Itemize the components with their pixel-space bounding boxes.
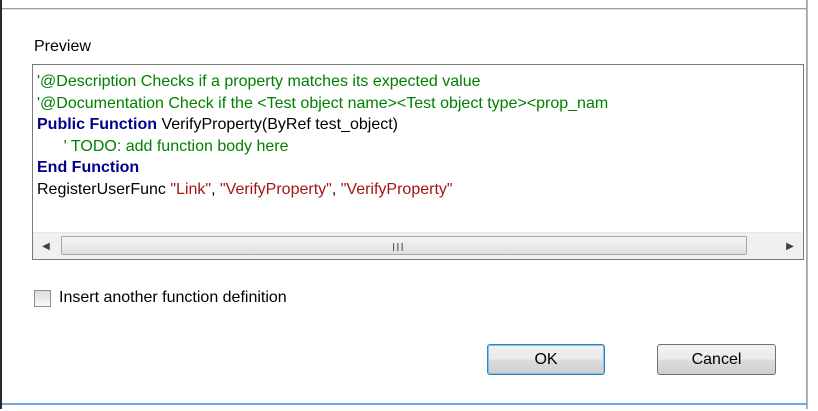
preview-label: Preview bbox=[34, 38, 91, 55]
preview-code-box[interactable]: '@Description Checks if a property match… bbox=[32, 64, 804, 260]
code-token-plain: , bbox=[211, 180, 220, 198]
arrow-right-icon: ▶ bbox=[786, 240, 794, 252]
window-right-border bbox=[806, 0, 818, 409]
code-token-string: "Link" bbox=[170, 180, 212, 198]
code-line: '@Documentation Check if the <Test objec… bbox=[37, 93, 801, 115]
window-bottom-edge bbox=[2, 403, 806, 411]
code-line: ' TODO: add function body here bbox=[37, 136, 801, 158]
code-line: RegisterUserFunc "Link", "VerifyProperty… bbox=[37, 179, 801, 201]
scrollbar-thumb[interactable]: III bbox=[61, 236, 747, 255]
code-line: '@Description Checks if a property match… bbox=[37, 71, 801, 93]
scroll-right-button[interactable]: ▶ bbox=[777, 233, 803, 259]
scroll-left-button[interactable]: ◀ bbox=[33, 233, 59, 259]
code-token-string: "VerifyProperty" bbox=[219, 180, 332, 198]
horizontal-scrollbar[interactable]: ◀ III ▶ bbox=[33, 232, 803, 259]
code-line: End Function bbox=[37, 157, 801, 179]
code-line: Public Function VerifyProperty(ByRef tes… bbox=[37, 114, 801, 136]
checkbox-label: Insert another function definition bbox=[59, 289, 287, 306]
code-token-plain: VerifyProperty(ByRef test_object) bbox=[157, 116, 398, 133]
window-left-border bbox=[0, 0, 2, 409]
insert-another-function-checkbox[interactable] bbox=[34, 289, 51, 307]
code-token-comment: ' TODO: add function body here bbox=[37, 137, 289, 155]
code-token-plain: , bbox=[331, 180, 341, 198]
code-token-comment: '@Description Checks if a property match… bbox=[37, 73, 481, 90]
code-token-string: "VerifyProperty" bbox=[340, 180, 453, 198]
dialog-window: Preview '@Description Checks if a proper… bbox=[0, 0, 818, 411]
code-token-keyword: Public Function bbox=[37, 116, 157, 133]
code-token-comment: '@Documentation Check if the <Test objec… bbox=[37, 94, 609, 112]
ok-button[interactable]: OK bbox=[487, 344, 605, 375]
grip-icon: III bbox=[392, 241, 405, 254]
insert-another-function-option[interactable]: Insert another function definition bbox=[34, 289, 287, 307]
window-top-edge bbox=[2, 0, 806, 9]
cancel-button[interactable]: Cancel bbox=[657, 344, 776, 375]
code-token-keyword: End Function bbox=[37, 159, 140, 176]
arrow-left-icon: ◀ bbox=[42, 240, 50, 252]
code-token-plain: RegisterUserFunc bbox=[37, 180, 171, 198]
code-preview-text[interactable]: '@Description Checks if a property match… bbox=[37, 71, 801, 231]
